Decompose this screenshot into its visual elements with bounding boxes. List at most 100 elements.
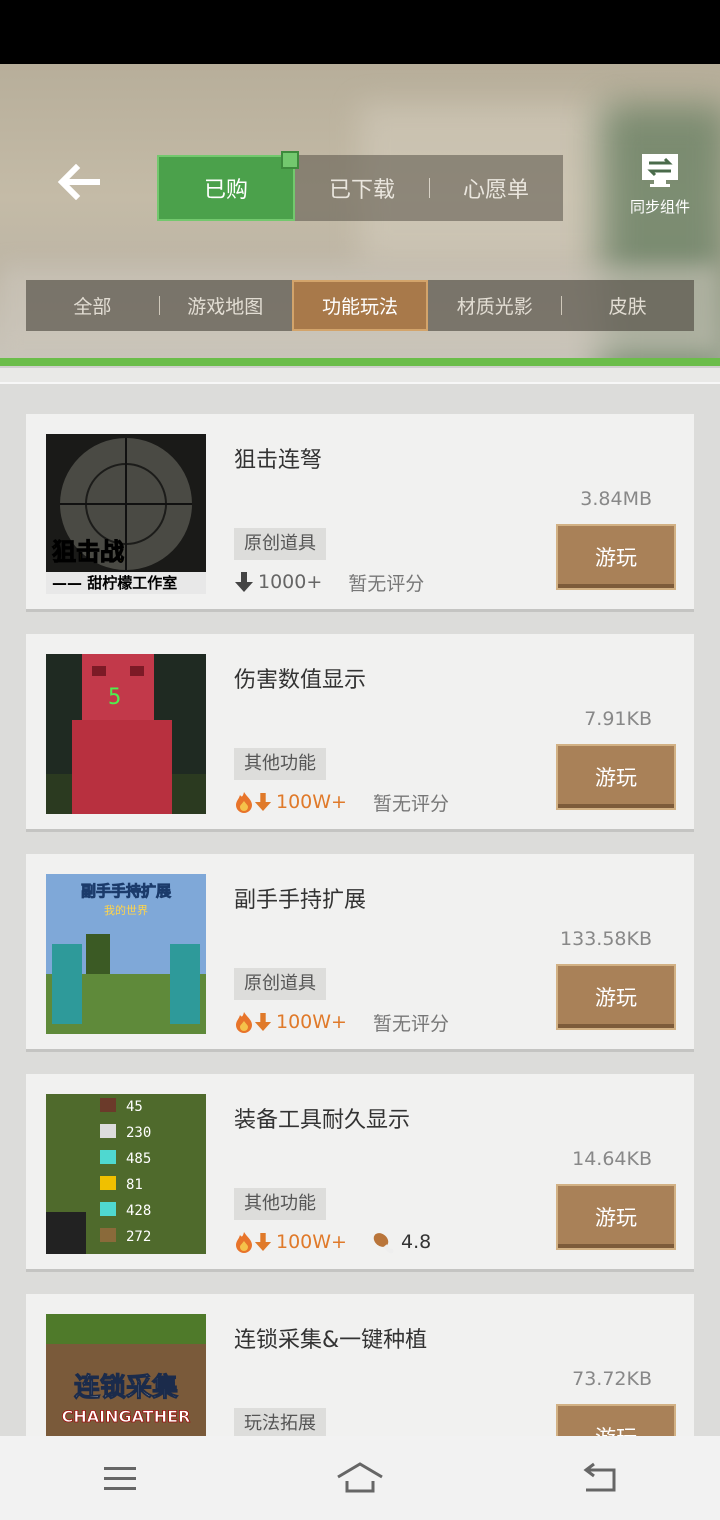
back-arrow-icon <box>57 164 100 200</box>
back-nav-button[interactable] <box>560 1448 640 1508</box>
tab-skins[interactable]: 皮肤 <box>561 280 694 331</box>
play-button[interactable]: 游玩 <box>556 1404 676 1436</box>
status-bar <box>0 0 720 64</box>
play-button[interactable]: 游玩 <box>556 1184 676 1250</box>
item-tag: 原创道具 <box>234 968 326 1000</box>
item-title: 副手手持扩展 <box>234 888 367 913</box>
category-tabs: 全部 游戏地图 功能玩法 材质光影 皮肤 <box>26 280 694 331</box>
tab-wishlist[interactable]: 心愿单 <box>429 155 563 221</box>
download-arrow-icon <box>254 1233 272 1251</box>
durability-value: 485 <box>126 1151 151 1167</box>
rating-text: 暂无评分 <box>372 1012 449 1035</box>
fire-icon <box>236 1012 252 1033</box>
thumb-subtitle: CHAINGATHER <box>62 1407 191 1426</box>
item-thumbnail: 连锁采集 CHAINGATHER <box>46 1314 206 1436</box>
fire-icon <box>236 1232 252 1253</box>
download-count: 100W+ <box>276 1011 347 1033</box>
tab-game-maps[interactable]: 游戏地图 <box>158 280 292 331</box>
item-stats: 100W+ 暂无评分 <box>234 790 449 815</box>
item-stats: 1000+ 暂无评分 <box>234 570 425 595</box>
tab-label: 已购 <box>203 178 248 203</box>
tab-label: 全部 <box>73 296 112 318</box>
back-button[interactable] <box>52 160 108 204</box>
item-thumbnail: 5 <box>46 654 206 814</box>
tab-label: 游戏地图 <box>187 296 264 318</box>
tab-textures[interactable]: 材质光影 <box>428 280 561 331</box>
download-count: 100W+ <box>276 791 347 813</box>
item-size: 7.91KB <box>584 708 652 730</box>
item-title: 狙击连弩 <box>234 448 323 473</box>
tab-label: 皮肤 <box>608 296 647 318</box>
download-count: 100W+ <box>276 1231 347 1253</box>
item-stats: 100W+ 暂无评分 <box>234 1010 449 1035</box>
item-title: 装备工具耐久显示 <box>234 1108 411 1133</box>
item-size: 14.64KB <box>572 1148 652 1170</box>
rating-value: 4.8 <box>400 1231 432 1253</box>
thumb-subtitle: 我的世界 <box>104 903 148 917</box>
sync-label: 同步组件 <box>629 198 690 216</box>
tab-label: 功能玩法 <box>321 296 398 318</box>
tab-label: 已下载 <box>328 178 395 203</box>
divider <box>561 296 563 315</box>
item-list[interactable]: 狙击战 —— 甜柠檬工作室 狙击连弩 3.84MB 原创道具 1000+ 暂无评… <box>0 384 720 1436</box>
download-arrow-icon <box>254 1013 272 1031</box>
durability-value: 45 <box>126 1099 143 1115</box>
drumstick-icon <box>373 1233 394 1254</box>
menu-button[interactable] <box>80 1448 160 1508</box>
item-tag: 其他功能 <box>234 1188 326 1220</box>
item-thumbnail: 45 230 485 81 428 272 <box>46 1094 206 1254</box>
divider <box>0 366 720 384</box>
header: 已购 已下载 心愿单 同步组件 全部 游戏地图 功能玩法 材质光影 皮肤 <box>0 64 720 360</box>
item-tag: 玩法拓展 <box>234 1408 326 1436</box>
list-item[interactable]: 5 伤害数值显示 7.91KB 其他功能 100W+ 暂无评分 游玩 <box>26 634 694 832</box>
thumb-title: 狙击战 <box>52 538 124 566</box>
tab-label: 心愿单 <box>462 178 529 203</box>
play-button[interactable]: 游玩 <box>556 964 676 1030</box>
thumb-subtitle: —— 甜柠檬工作室 <box>52 574 177 592</box>
item-size: 133.58KB <box>560 928 652 950</box>
item-tag: 其他功能 <box>234 748 326 780</box>
sync-icon <box>642 154 678 187</box>
rating-text: 暂无评分 <box>372 792 449 815</box>
main-tabs: 已购 已下载 心愿单 <box>157 151 563 221</box>
item-size: 73.72KB <box>572 1368 652 1390</box>
tab-gameplay[interactable]: 功能玩法 <box>291 280 429 331</box>
thumb-title: 连锁采集 <box>74 1372 179 1403</box>
home-button[interactable] <box>320 1448 400 1508</box>
sync-button[interactable]: 同步组件 <box>620 152 700 222</box>
download-arrow-icon <box>254 793 272 811</box>
item-thumbnail: 副手手持扩展 我的世界 <box>46 874 206 1034</box>
tab-label: 材质光影 <box>456 296 533 318</box>
tab-downloaded[interactable]: 已下载 <box>295 155 429 221</box>
durability-value: 230 <box>126 1125 151 1141</box>
durability-value: 81 <box>126 1177 143 1193</box>
play-button[interactable]: 游玩 <box>556 524 676 590</box>
item-thumbnail: 狙击战 —— 甜柠檬工作室 <box>46 434 206 594</box>
item-tag: 原创道具 <box>234 528 326 560</box>
durability-value: 272 <box>126 1229 151 1245</box>
rating-text: 暂无评分 <box>348 572 425 595</box>
list-item[interactable]: 副手手持扩展 我的世界 副手手持扩展 133.58KB 原创道具 100W+ 暂… <box>26 854 694 1052</box>
list-item[interactable]: 45 230 485 81 428 272 装备工具耐久显示 14.64KB 其… <box>26 1074 694 1272</box>
list-item[interactable]: 狙击战 —— 甜柠檬工作室 狙击连弩 3.84MB 原创道具 1000+ 暂无评… <box>26 414 694 612</box>
play-button[interactable]: 游玩 <box>556 744 676 810</box>
divider <box>158 296 160 315</box>
tab-all[interactable]: 全部 <box>26 280 159 331</box>
durability-value: 428 <box>126 1203 151 1219</box>
menu-icon <box>104 1467 136 1490</box>
download-arrow-icon <box>235 572 253 592</box>
download-count: 1000+ <box>258 571 323 593</box>
divider <box>0 358 720 366</box>
home-icon <box>337 1462 383 1493</box>
item-title: 连锁采集&一键种植 <box>234 1328 428 1353</box>
item-stats: 100W+ 4.8 <box>234 1230 431 1254</box>
item-size: 3.84MB <box>580 488 652 510</box>
item-title: 伤害数值显示 <box>234 668 367 693</box>
divider <box>429 178 430 198</box>
thumb-number: 5 <box>108 685 121 710</box>
back-icon <box>583 1462 616 1492</box>
tab-purchased[interactable]: 已购 <box>157 151 299 221</box>
fire-icon <box>236 792 252 813</box>
system-nav-bar <box>0 1436 720 1520</box>
list-item[interactable]: 连锁采集 CHAINGATHER 连锁采集&一键种植 73.72KB 玩法拓展 … <box>26 1294 694 1436</box>
